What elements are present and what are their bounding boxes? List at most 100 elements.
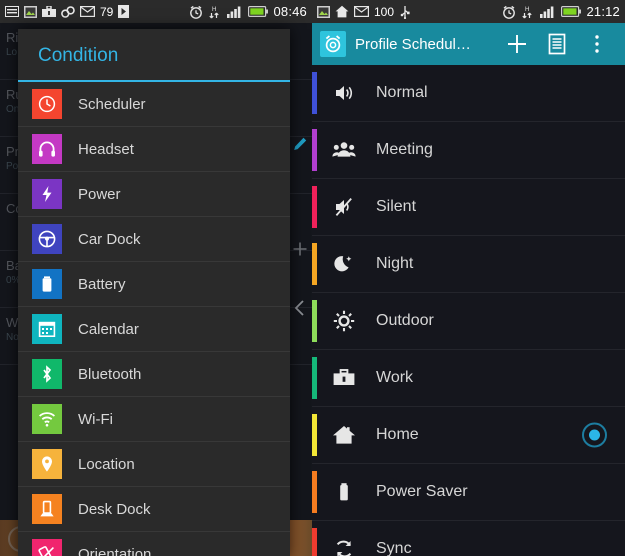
sun-icon [330,307,358,335]
profile-row-meeting[interactable]: Meeting [312,122,625,179]
condition-item-label: Scheduler [78,95,146,113]
svg-text:H: H [212,7,216,13]
profile-row-normal[interactable]: Normal [312,65,625,122]
left-status-icons: 79 [5,4,130,19]
battery-icon [32,269,62,299]
profile-row-home[interactable]: Home [312,407,625,464]
right-clock: 21:12 [586,4,620,19]
chevron-left-icon[interactable] [292,298,308,318]
left-phone-panel: 79 H 08:46 Ri Lo Ru On Pr Po Co Ba 0% W … [0,0,312,556]
condition-item-desk-dock[interactable]: Desk Dock [18,487,290,532]
profile-selected-radio[interactable] [582,422,607,448]
left-clock: 08:46 [273,4,307,19]
svg-text:H: H [525,7,529,13]
profile-label: Silent [376,198,417,215]
profile-color-stripe [312,72,317,114]
condition-item-location[interactable]: Location [18,442,290,487]
orientation-icon [32,539,62,556]
alarm-clock-icon [320,31,346,57]
people-icon [330,136,358,164]
toolbox-icon [42,5,56,18]
bluetooth-icon [32,359,62,389]
home-icon [335,5,349,18]
right-unread-count: 100 [374,4,395,19]
left-status-right: H 08:46 [189,4,307,19]
keyboard-icon [5,6,19,17]
condition-item-label: Calendar [78,320,139,338]
condition-item-label: Power [78,185,121,203]
condition-item-bluetooth[interactable]: Bluetooth [18,352,290,397]
condition-item-label: Location [78,455,135,473]
headphones-icon [32,134,62,164]
battery-icon [248,6,269,17]
edit-pencil-icon[interactable] [292,136,308,152]
condition-item-label: Desk Dock [78,500,151,518]
condition-list[interactable]: Scheduler Headset Power Car Dock Battery… [18,82,290,556]
profile-row-silent[interactable]: Silent [312,179,625,236]
add-button[interactable] [497,23,537,65]
mail-icon [354,6,369,17]
left-status-bar: 79 H 08:46 [0,0,312,23]
condition-item-wifi[interactable]: Wi-Fi [18,397,290,442]
power-bolt-icon [32,179,62,209]
action-bar: Profile Schedul… [312,23,625,65]
profile-color-stripe [312,129,317,171]
condition-item-label: Bluetooth [78,365,142,383]
moon-icon [330,250,358,278]
profile-list[interactable]: Normal Meeting Silent Night Outdoor Work… [312,65,625,556]
condition-item-car-dock[interactable]: Car Dock [18,217,290,262]
profile-color-stripe [312,528,317,556]
wifi-icon [32,404,62,434]
condition-item-calendar[interactable]: Calendar [18,307,290,352]
condition-item-headset[interactable]: Headset [18,127,290,172]
alarm-icon [189,5,203,19]
briefcase-icon [330,364,358,392]
action-bar-title: Profile Schedul… [355,35,471,53]
screenshot-root: 79 H 08:46 Ri Lo Ru On Pr Po Co Ba 0% W … [0,0,625,556]
profile-color-stripe [312,471,317,513]
signal-icon [227,5,243,18]
hspa-data-icon: H [521,5,535,19]
left-unread-count: 79 [100,4,114,19]
profile-row-work[interactable]: Work [312,350,625,407]
condition-item-label: Orientation [78,545,152,556]
condition-item-label: Headset [78,140,134,158]
link-icon [61,5,75,18]
profile-label: Home [376,426,419,443]
profile-color-stripe [312,243,317,285]
home-icon [330,421,358,449]
condition-dialog: Condition Scheduler Headset Power Car Do… [18,29,290,556]
map-pin-icon [32,449,62,479]
mail-icon [80,6,95,17]
profile-color-stripe [312,186,317,228]
profile-row-power-saver[interactable]: Power Saver [312,464,625,521]
alarm-icon [502,5,516,19]
battery-icon [561,6,582,17]
screenshot-icon [317,5,330,18]
clock-icon [32,89,62,119]
steering-wheel-icon [32,224,62,254]
profile-label: Normal [376,84,428,101]
overflow-menu-button[interactable] [577,23,617,65]
profile-row-outdoor[interactable]: Outdoor [312,293,625,350]
condition-item-battery[interactable]: Battery [18,262,290,307]
hspa-data-icon: H [208,5,222,19]
volume-on-icon [330,79,358,107]
condition-item-power[interactable]: Power [18,172,290,217]
right-status-right: H 21:12 [502,4,620,19]
right-status-icons: 100 [317,5,411,19]
condition-item-scheduler[interactable]: Scheduler [18,82,290,127]
plus-icon[interactable] [292,241,308,257]
list-view-button[interactable] [537,23,577,65]
profile-label: Meeting [376,141,433,158]
profile-row-sync[interactable]: Sync [312,521,625,556]
profile-color-stripe [312,414,317,456]
right-status-bar: 100 H 21:12 [312,0,625,23]
condition-item-label: Car Dock [78,230,141,248]
profile-row-night[interactable]: Night [312,236,625,293]
condition-item-label: Wi-Fi [78,410,113,428]
condition-item-orientation[interactable]: Orientation [18,532,290,556]
sync-icon [330,535,358,556]
profile-label: Night [376,255,414,272]
condition-item-label: Battery [78,275,126,293]
